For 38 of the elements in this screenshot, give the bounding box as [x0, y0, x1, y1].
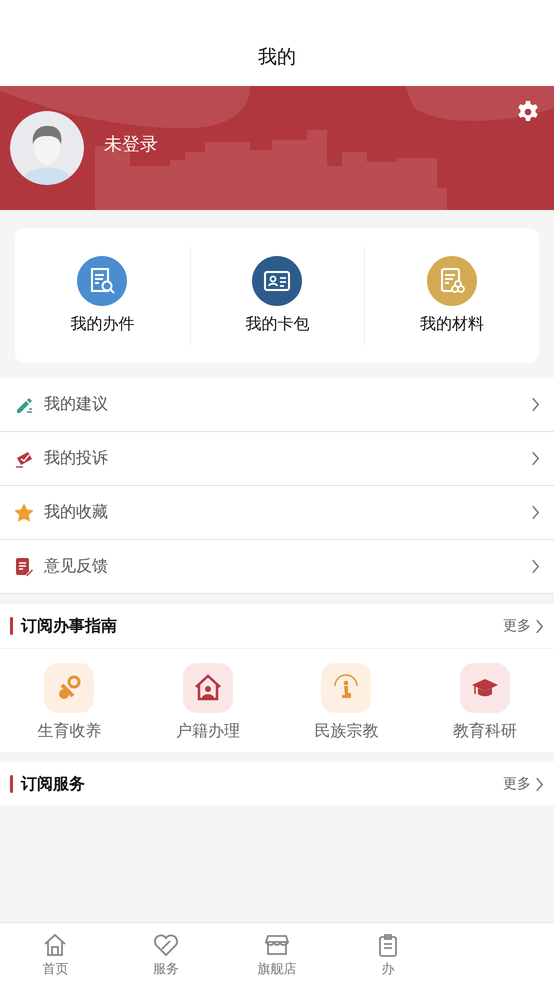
- more-link[interactable]: 更多: [503, 775, 544, 793]
- quick-action-label[interactable]: 我的材料: [420, 314, 484, 335]
- tab-item[interactable]: 办: [332, 923, 444, 986]
- graduation-cap-icon: [460, 663, 510, 713]
- section-title: 订阅办事指南: [21, 616, 118, 636]
- more-link[interactable]: 更多: [503, 617, 544, 635]
- home-icon: [42, 932, 68, 958]
- id-card-icon[interactable]: [252, 256, 302, 306]
- page-title: 我的: [258, 45, 296, 70]
- chevron-icon: [531, 451, 540, 466]
- login-status[interactable]: 未登录: [104, 132, 158, 156]
- tab-item[interactable]: 旗舰店: [222, 923, 332, 986]
- section-title: 订阅服务: [21, 774, 86, 794]
- menu-item[interactable]: 我的收藏: [0, 486, 554, 540]
- guide-label[interactable]: 民族宗教: [314, 721, 378, 742]
- quick-action-label[interactable]: 我的办件: [70, 314, 134, 335]
- guide-label[interactable]: 教育科研: [452, 721, 517, 742]
- note-edit-icon: [14, 556, 34, 576]
- house-person-icon: [182, 663, 233, 713]
- star-icon: [14, 502, 34, 522]
- guide-label[interactable]: 生育收养: [37, 721, 102, 742]
- pacifier-icon: [44, 663, 94, 713]
- menu-item[interactable]: 我的建议: [0, 378, 554, 432]
- chevron-icon: [531, 397, 540, 412]
- menu-item[interactable]: 我的投诉: [0, 432, 554, 486]
- kneeling-figure-icon: [321, 663, 372, 713]
- menu-item[interactable]: 意见反馈: [0, 540, 554, 594]
- heart-icon: [153, 932, 180, 958]
- chevron-icon: [535, 776, 544, 792]
- document-search-icon[interactable]: [77, 256, 128, 306]
- chevron-icon: [535, 618, 544, 634]
- guide-label[interactable]: 户籍办理: [176, 721, 240, 742]
- tab-item[interactable]: 首页: [0, 923, 111, 986]
- chevron-icon: [531, 559, 540, 574]
- tab-item[interactable]: 服务: [110, 923, 222, 986]
- settings-icon[interactable]: [516, 100, 540, 124]
- chevron-icon: [531, 505, 540, 520]
- quick-action-label[interactable]: 我的卡包: [245, 314, 310, 335]
